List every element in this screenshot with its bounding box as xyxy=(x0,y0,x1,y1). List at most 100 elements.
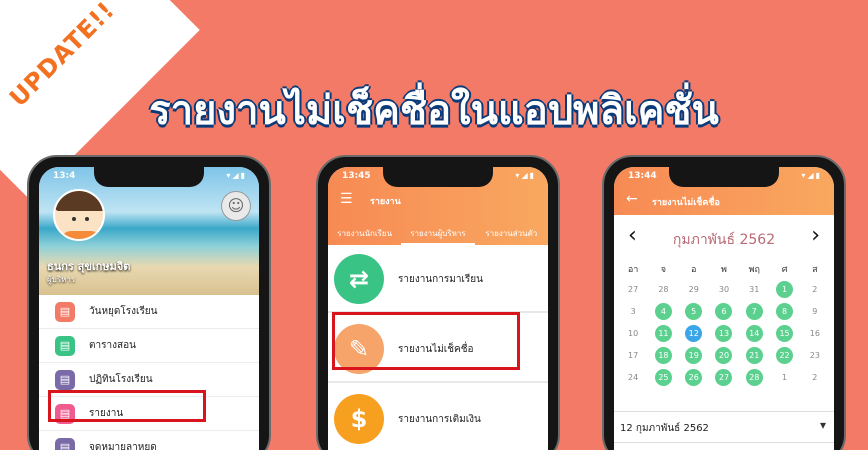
secondary-avatar[interactable]: ☺ xyxy=(221,191,251,221)
phone-notch xyxy=(94,167,204,187)
calendar-week: 24 25 26 27 28 1 2 xyxy=(618,369,830,391)
calendar-day[interactable]: 13 xyxy=(709,325,739,347)
menu-item-label: ปฏิทินโรงเรียน xyxy=(89,374,153,385)
calendar-day[interactable]: 11 xyxy=(648,325,678,347)
menu-icon[interactable]: ☰ xyxy=(340,191,353,207)
chevron-down-icon[interactable]: ▾ xyxy=(820,418,826,432)
month-navigator: ‹ กุมภาพันธ์ 2562 › xyxy=(614,223,834,253)
phone-notch xyxy=(669,167,779,187)
menu-item-label: วันหยุดโรงเรียน xyxy=(89,306,158,317)
calendar-day[interactable]: 12 xyxy=(679,325,709,347)
report-row-label: รายงานการเติมเงิน xyxy=(398,413,481,425)
report-tab[interactable]: รายงานส่วนตัว xyxy=(475,217,548,245)
calendar-day[interactable]: 4 xyxy=(648,303,678,325)
calendar-day[interactable]: 30 xyxy=(709,281,739,303)
page-title: รายงานไม่เช็คชื่อ xyxy=(652,198,720,208)
calendar-day[interactable]: 2 xyxy=(800,369,830,391)
weekday-label: ศ xyxy=(781,265,788,275)
calendar-icon: ▤ xyxy=(55,369,75,390)
calendar-day[interactable]: 2 xyxy=(800,281,830,303)
calendar-day[interactable]: 20 xyxy=(709,347,739,369)
chevron-left-icon[interactable]: ‹ xyxy=(628,223,637,248)
weekday-label: ส xyxy=(812,265,818,275)
phone-calendar: 13:44 ▾◢▮ ← รายงานไม่เช็คชื่อ ‹ กุมภาพันธ… xyxy=(602,155,846,450)
calendar-week: 17 18 19 20 21 22 23 xyxy=(618,347,830,369)
phone-calendar-screen: 13:44 ▾◢▮ ← รายงานไม่เช็คชื่อ ‹ กุมภาพันธ… xyxy=(614,167,834,450)
schedule-icon: ▤ xyxy=(55,335,75,356)
calendar-grid: อาจอพพฤศส 27 28 29 30 31 1 2 3 4 5 6 7 8 9 10 11 12 13 14 15… xyxy=(618,259,830,391)
calendar-day[interactable]: 3 xyxy=(618,303,648,325)
calendar-day[interactable]: 25 xyxy=(648,369,678,391)
calendar-day[interactable]: 29 xyxy=(679,281,709,303)
calendar-day[interactable]: 15 xyxy=(769,325,799,347)
calendar-day[interactable]: 28 xyxy=(648,281,678,303)
letter-icon: ▤ xyxy=(55,437,75,450)
avatar[interactable] xyxy=(53,189,105,241)
calendar-day[interactable]: 24 xyxy=(618,369,648,391)
calendar-day[interactable]: 14 xyxy=(739,325,769,347)
dollar-icon: $ xyxy=(334,394,384,444)
calendar-day[interactable]: 21 xyxy=(739,347,769,369)
calendar-day[interactable]: 27 xyxy=(709,369,739,391)
report-row[interactable]: $ รายงานการเติมเงิน xyxy=(328,387,548,450)
page-headline: รายงานไม่เช็คชื่อในแอปพลิเคชั่น xyxy=(149,88,719,134)
menu-item[interactable]: ▤ จดหมายลาหยุด xyxy=(39,431,259,450)
weekday-label: อา xyxy=(627,265,639,275)
highlight-report-menu xyxy=(48,390,206,422)
report-tabs: รายงานนักเรียน รายงานผู้บริหาร รายงานส่วนต… xyxy=(328,217,548,245)
calendar-day[interactable]: 17 xyxy=(618,347,648,369)
calendar-day[interactable]: 26 xyxy=(679,369,709,391)
calendar-day[interactable]: 22 xyxy=(769,347,799,369)
calendar-day[interactable]: 18 xyxy=(648,347,678,369)
status-icons: ▾◢▮ xyxy=(515,171,536,180)
menu-item[interactable]: ▤ ตารางสอน xyxy=(39,329,259,363)
page-title: รายงาน xyxy=(370,197,401,207)
menu-item-label: ตารางสอน xyxy=(89,340,136,351)
weekday-label: จ xyxy=(660,265,667,275)
calendar-day[interactable]: 9 xyxy=(800,303,830,325)
weekday-label: พฤ xyxy=(748,265,760,275)
menu-item-label: จดหมายลาหยุด xyxy=(89,442,157,450)
calendar-day[interactable]: 28 xyxy=(739,369,769,391)
phone-report-screen: 13:45 ▾◢▮ ☰ รายงาน รายงานนักเรียน รายงานผู… xyxy=(328,167,548,450)
user-role: ผู้บริหาร xyxy=(47,275,76,284)
report-row-label: รายงานการมาเรียน xyxy=(398,273,483,285)
calendar-day[interactable]: 7 xyxy=(739,303,769,325)
calendar-day[interactable]: 10 xyxy=(618,325,648,347)
report-tab[interactable]: รายงานนักเรียน xyxy=(328,217,401,245)
calendar-day[interactable]: 6 xyxy=(709,303,739,325)
calendar-day[interactable]: 31 xyxy=(739,281,769,303)
calendar-week: 27 28 29 30 31 1 2 xyxy=(618,281,830,303)
calendar-week: 10 11 12 13 14 15 16 xyxy=(618,325,830,347)
exchange-icon: ⇄ xyxy=(334,254,384,304)
selected-date: 12 กุมภาพันธ์ 2562 xyxy=(620,423,709,434)
month-label: กุมภาพันธ์ 2562 xyxy=(672,232,776,248)
status-time: 13:4 xyxy=(53,171,76,181)
calendar-day[interactable]: 16 xyxy=(800,325,830,347)
status-icons: ▾◢▮ xyxy=(801,171,822,180)
status-time: 13:45 xyxy=(342,171,371,181)
calendar-day[interactable]: 27 xyxy=(618,281,648,303)
calendar-day[interactable]: 1 xyxy=(769,369,799,391)
status-icons: ▾◢▮ xyxy=(226,171,247,180)
calendar-day[interactable]: 5 xyxy=(679,303,709,325)
phone-report-list: 13:45 ▾◢▮ ☰ รายงาน รายงานนักเรียน รายงานผู… xyxy=(316,155,560,450)
calendar-day[interactable]: 1 xyxy=(769,281,799,303)
phone-notch xyxy=(383,167,493,187)
date-select[interactable]: 12 กุมภาพันธ์ 2562 ▾ xyxy=(614,411,834,443)
back-arrow-icon[interactable]: ← xyxy=(626,191,638,207)
report-tab[interactable]: รายงานผู้บริหาร xyxy=(401,217,475,245)
calendar-week: 3456789 xyxy=(618,303,830,325)
calendar-icon: ▤ xyxy=(55,301,75,322)
highlight-missing-check-report xyxy=(332,312,520,370)
calendar-day[interactable]: 19 xyxy=(679,347,709,369)
status-time: 13:44 xyxy=(628,171,657,181)
chevron-right-icon[interactable]: › xyxy=(811,223,820,248)
menu-item[interactable]: ▤ วันหยุดโรงเรียน xyxy=(39,295,259,329)
report-row[interactable]: ⇄ รายงานการมาเรียน xyxy=(328,247,548,313)
weekday-header: อา จ อ พ พฤ ศ ส xyxy=(618,259,830,281)
weekday-label: พ xyxy=(721,265,727,275)
calendar-day[interactable]: 23 xyxy=(800,347,830,369)
calendar-day[interactable]: 8 xyxy=(769,303,799,325)
weekday-label: อ xyxy=(691,265,697,275)
